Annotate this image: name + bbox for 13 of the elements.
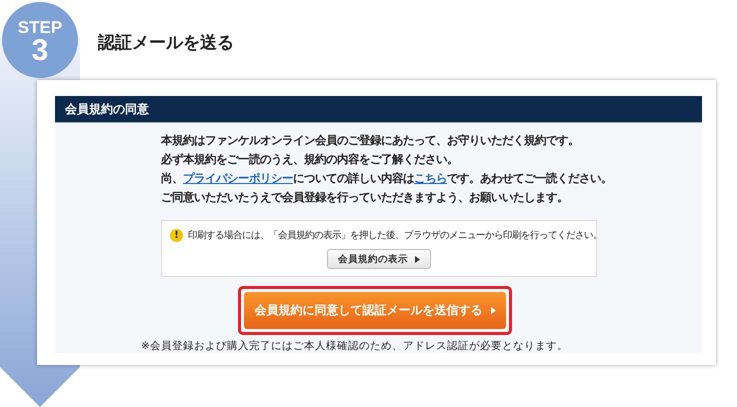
text-link[interactable]: プライバシーポリシー bbox=[183, 172, 293, 185]
caret-icon bbox=[490, 307, 496, 314]
terms-paragraph: 本規約はファンケルオンライン会員のご登録にあたって、お守りいただく規約です。 必ず本規約をご一読のうえ、規約の内容をご了解ください。 尚、プライバシーポリシーについての詳しい内容はこちらです。あわせてご一読ください。 ご同意いただいたうえで会員登録を行っていただきますよう、お願いいたします。 bbox=[161, 133, 612, 206]
warning-icon: ! bbox=[170, 229, 183, 242]
step-badge: STEP 3 bbox=[2, 2, 78, 78]
page-title: 認証メールを送る bbox=[98, 32, 234, 55]
agree-submit-button[interactable]: 会員規約に同意して認証メールを送信する bbox=[244, 292, 506, 329]
caret-icon bbox=[415, 256, 420, 262]
footnote: ※会員登録および購入完了にはご本人様確認のため、アドレス認証が必要となります。 bbox=[141, 339, 568, 353]
section-heading: 会員規約の同意 bbox=[55, 96, 702, 123]
notice-text: 印刷する場合には、「会員規約の表示」を押した後、ブラウザのメニューから印刷を行ってください。 bbox=[188, 229, 602, 242]
show-terms-button[interactable]: 会員規約の表示 bbox=[327, 249, 431, 269]
text-link[interactable]: こちら bbox=[414, 172, 447, 185]
